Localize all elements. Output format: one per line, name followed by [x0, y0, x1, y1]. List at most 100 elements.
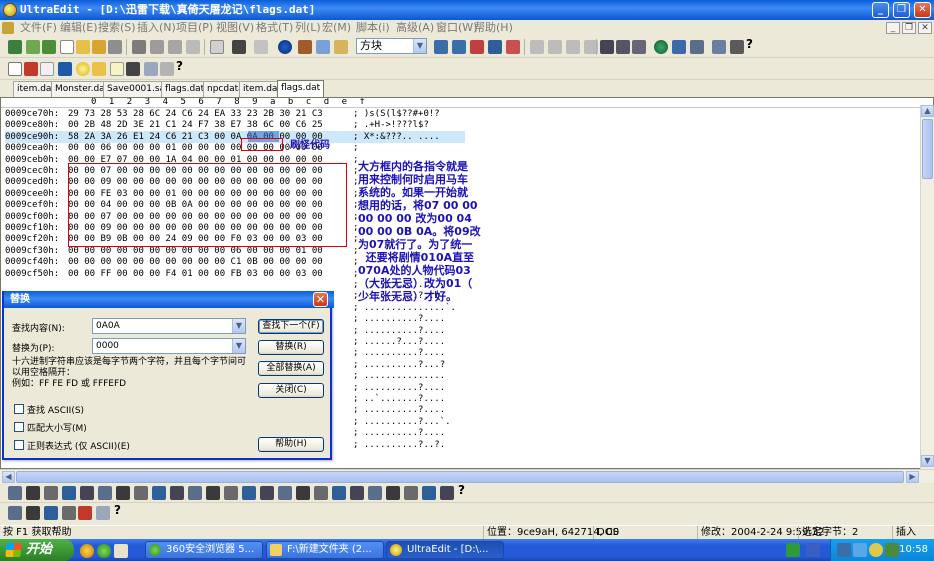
lightbulb-icon[interactable] — [76, 62, 90, 76]
menu-format[interactable]: 格式(T) — [256, 20, 293, 36]
italic-icon[interactable] — [44, 486, 58, 500]
column-mode-icon[interactable] — [254, 40, 268, 54]
table-icon[interactable] — [224, 486, 238, 500]
menu-insert[interactable]: 插入(N) — [137, 20, 176, 36]
tray-security-icon[interactable] — [869, 543, 883, 557]
help-icon[interactable]: ? — [114, 503, 121, 517]
calculator-icon[interactable] — [126, 62, 140, 76]
tray-language-icon[interactable] — [806, 543, 820, 557]
numbered-list-icon[interactable] — [98, 486, 112, 500]
tile-horizontal-icon[interactable] — [600, 40, 614, 54]
checkbox-icon[interactable] — [332, 486, 346, 500]
settings-icon[interactable] — [730, 40, 744, 54]
scroll-thumb[interactable] — [922, 119, 933, 179]
word-icon[interactable] — [40, 62, 54, 76]
image-icon[interactable] — [62, 506, 76, 520]
hex-row[interactable]: 0009ce70h: 29 73 28 53 28 6C 24 C6 24 EA … — [5, 108, 465, 120]
network-icon[interactable] — [672, 40, 686, 54]
project-icon[interactable] — [8, 40, 22, 54]
tools-icon[interactable] — [96, 506, 110, 520]
hscroll-thumb[interactable] — [16, 471, 904, 483]
chevron-down-icon[interactable]: ▼ — [232, 339, 245, 353]
font-combo[interactable]: 方块 ▼ — [356, 38, 427, 54]
save-icon[interactable] — [168, 40, 182, 54]
find-icon[interactable] — [434, 40, 448, 54]
forward-icon[interactable] — [42, 40, 56, 54]
horizontal-scrollbar[interactable]: ◀ ▶ — [0, 469, 934, 483]
task-ultraedit[interactable]: UltraEdit - [D:\... — [386, 541, 504, 559]
save-as-icon[interactable] — [186, 40, 200, 54]
sticky-note-icon[interactable] — [92, 62, 106, 76]
find-in-files-icon[interactable] — [488, 40, 502, 54]
new-file-icon[interactable] — [60, 40, 74, 54]
find-next-icon[interactable] — [452, 40, 466, 54]
indent-icon[interactable] — [116, 486, 130, 500]
tray-s-icon[interactable] — [786, 543, 800, 557]
regex-label[interactable]: 正则表达式 (仅 ASCII)(E) — [27, 439, 130, 452]
ascii-checkbox-label[interactable]: 查找 ASCII(S) — [27, 403, 84, 416]
y-icon[interactable] — [24, 62, 38, 76]
help-icon[interactable]: ? — [176, 59, 183, 73]
help-icon[interactable]: ? — [746, 37, 753, 51]
ftp-icon[interactable] — [654, 40, 668, 54]
menu-window[interactable]: 窗口(W) — [436, 20, 477, 36]
grep-icon[interactable] — [8, 62, 22, 76]
dialog-close-button[interactable]: ✕ — [313, 292, 328, 307]
menu-edit[interactable]: 编辑(E) — [60, 20, 98, 36]
chevron-down-icon[interactable]: ▼ — [232, 319, 245, 333]
browser-view-icon[interactable] — [278, 40, 292, 54]
paste-icon[interactable] — [334, 40, 348, 54]
restore-button[interactable]: ❐ — [893, 2, 910, 18]
cut-icon[interactable] — [298, 40, 312, 54]
gear-icon[interactable] — [160, 62, 174, 76]
web-icon[interactable] — [58, 62, 72, 76]
dialog-title-bar[interactable]: 替换 — [4, 291, 334, 308]
outdent-icon[interactable] — [134, 486, 148, 500]
print-icon[interactable] — [132, 40, 146, 54]
mdi-minimize-button[interactable]: _ — [886, 22, 900, 34]
tab-flags-dat-active[interactable]: flags.dat — [277, 80, 325, 97]
mdi-close-button[interactable]: ✕ — [918, 22, 932, 34]
bookmark-icon[interactable] — [440, 486, 454, 500]
replace-button[interactable]: 替换(R) — [258, 340, 324, 355]
hex-row[interactable]: 0009ce90h: 58 2A 3A 26 E1 24 C6 21 C3 00 … — [5, 130, 465, 143]
hr-icon[interactable] — [242, 486, 256, 500]
find-input[interactable]: 0A0A ▼ — [92, 318, 246, 334]
info-icon[interactable] — [712, 40, 726, 54]
hex-mode-icon[interactable] — [232, 40, 246, 54]
dialog-close-text-button[interactable]: 关闭(C) — [258, 383, 324, 398]
menu-project[interactable]: 项目(P) — [176, 20, 213, 36]
align-left-icon[interactable] — [530, 40, 544, 54]
align-right-icon[interactable] — [566, 40, 580, 54]
replace-in-files-icon[interactable] — [506, 40, 520, 54]
task-360-browser[interactable]: 360安全浏览器 5... — [145, 541, 263, 559]
image-map-icon[interactable] — [368, 486, 382, 500]
dialog-help-button[interactable]: 帮助(H) — [258, 437, 324, 452]
table-icon[interactable] — [8, 506, 22, 520]
copy-icon[interactable] — [316, 40, 330, 54]
align-right-icon[interactable] — [188, 486, 202, 500]
replace-all-button[interactable]: 全部替换(A) — [258, 361, 324, 376]
image-icon[interactable] — [260, 486, 274, 500]
back-icon[interactable] — [26, 40, 40, 54]
tile-vertical-icon[interactable] — [616, 40, 630, 54]
link-icon[interactable] — [404, 486, 418, 500]
scroll-left-icon[interactable]: ◀ — [2, 471, 15, 483]
print-preview-icon[interactable] — [150, 40, 164, 54]
ascii-checkbox[interactable] — [14, 404, 24, 414]
replace-icon[interactable] — [470, 40, 484, 54]
grid-icon[interactable] — [422, 486, 436, 500]
hex-row[interactable]: 0009ce80h: 00 2B 48 2D 3E 21 C1 24 F7 38 … — [5, 119, 465, 131]
task-folder[interactable]: F:\新建文件夹 (2... — [266, 541, 384, 559]
match-case-label[interactable]: 匹配大小写(M) — [27, 421, 87, 434]
word-wrap-icon[interactable] — [210, 40, 224, 54]
scroll-down-icon[interactable]: ▼ — [921, 455, 934, 467]
bold-icon[interactable] — [26, 486, 40, 500]
document-icon[interactable] — [2, 22, 14, 34]
n-icon[interactable] — [110, 62, 124, 76]
align-center-icon[interactable] — [170, 486, 184, 500]
tray-antivirus-icon[interactable] — [885, 543, 899, 557]
find-next-button[interactable]: 查找下一个(F) — [258, 319, 324, 334]
tray-network-icon[interactable] — [837, 543, 851, 557]
ultraedit-app-icon[interactable] — [3, 3, 17, 17]
